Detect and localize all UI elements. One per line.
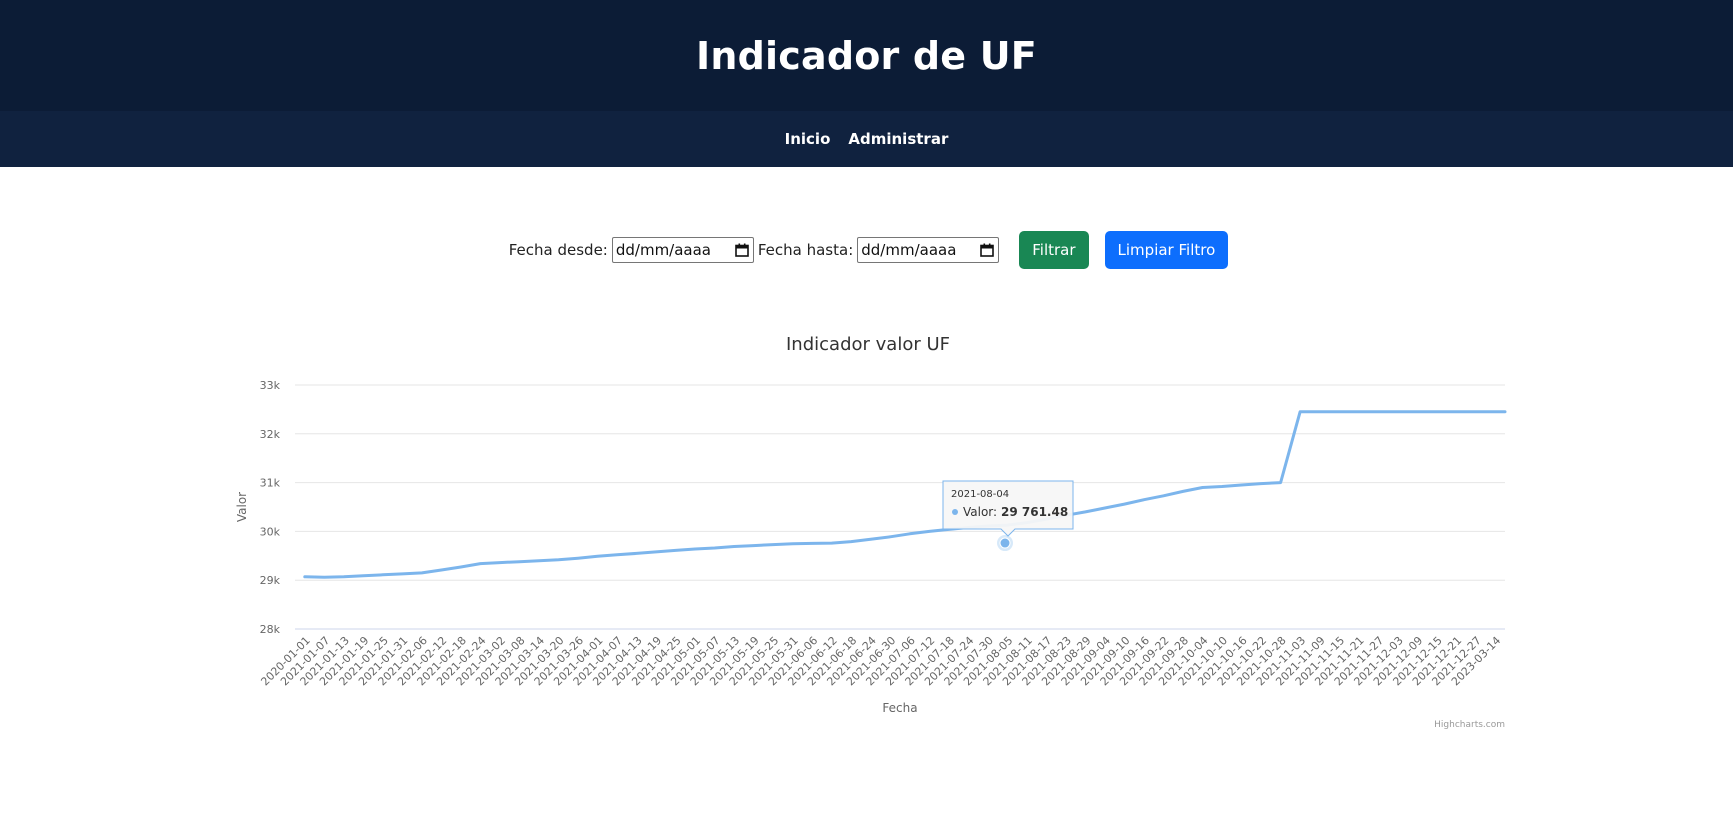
date-to-label: Fecha hasta: — [757, 241, 854, 259]
date-from-placeholder: dd/mm/aaaa — [615, 241, 712, 259]
y-tick-label: 31k — [260, 477, 281, 490]
nav-link-inicio[interactable]: Inicio — [785, 130, 831, 148]
tooltip-marker — [952, 509, 958, 515]
calendar-icon[interactable] — [735, 243, 749, 257]
top-nav: Inicio Administrar — [0, 111, 1733, 167]
tooltip-value: 29 761.48 — [1001, 505, 1068, 519]
y-tick-label: 33k — [260, 379, 281, 392]
y-axis-title: Valor — [235, 492, 249, 522]
page-title: Indicador de UF — [696, 33, 1037, 78]
date-from-label: Fecha desde: — [508, 241, 608, 259]
y-tick-label: 32k — [260, 428, 281, 441]
uf-line-chart: Indicador valor UF 28k 29k 30k 31k 32k 33k Valo… — [235, 334, 1507, 730]
clear-filter-button[interactable]: Limpiar Filtro — [1104, 231, 1229, 269]
y-tick-label: 28k — [260, 623, 281, 636]
chart-title: Indicador valor UF — [786, 334, 950, 355]
date-to-placeholder: dd/mm/aaaa — [861, 241, 957, 259]
tooltip-series-label: Valor: — [963, 505, 997, 519]
date-from-input[interactable]: dd/mm/aaaa — [611, 237, 754, 263]
y-tick-label: 30k — [260, 525, 281, 538]
y-tick-label: 29k — [260, 574, 281, 587]
chart-credits: Highcharts.com — [1434, 720, 1505, 730]
series-line-valor — [303, 410, 1507, 579]
filter-bar: Fecha desde: dd/mm/aaaa Fecha hasta: dd/… — [0, 231, 1733, 269]
nav-link-administrar[interactable]: Administrar — [848, 130, 948, 148]
calendar-icon[interactable] — [980, 243, 995, 257]
data-point-highlight — [999, 537, 1011, 549]
date-to-input[interactable]: dd/mm/aaaa — [857, 237, 1000, 263]
app-header: Indicador de UF — [0, 0, 1733, 111]
tooltip-date: 2021-08-04 — [951, 489, 1009, 500]
filter-button[interactable]: Filtrar — [1019, 231, 1089, 269]
x-axis-title: Fecha — [882, 701, 917, 715]
